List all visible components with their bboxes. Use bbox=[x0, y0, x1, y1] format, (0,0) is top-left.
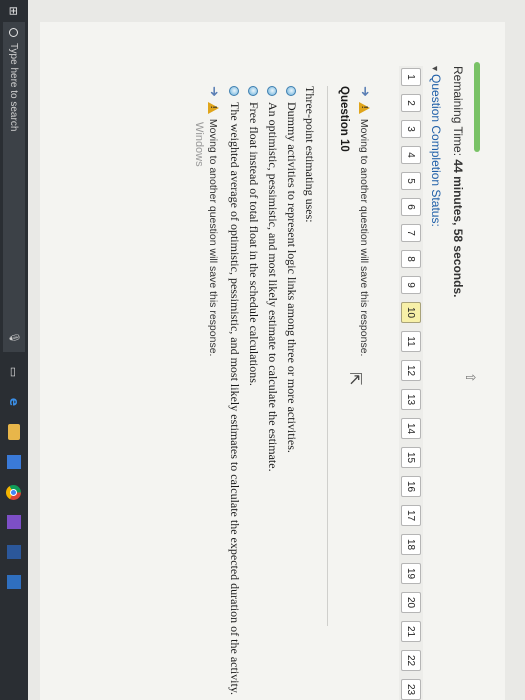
chevron-down-icon: ▾ bbox=[429, 66, 440, 72]
task-view-icon[interactable]: ▭ bbox=[6, 364, 22, 380]
answer-option[interactable]: Dummy activities to represent logic link… bbox=[282, 86, 301, 695]
answer-option[interactable]: Free float instead of total float in the… bbox=[244, 86, 263, 695]
answer-option-text: An optimistic, pessimistic, and most lik… bbox=[266, 102, 280, 472]
question-navigation: 1 2 3 4 5 6 7 8 9 10 11 12 13 14 15 16 17 18 19 20 21 22 23 bbox=[399, 66, 423, 700]
question-number-button[interactable]: 5 bbox=[401, 172, 421, 190]
answer-option-text: Dummy activities to represent logic link… bbox=[285, 102, 299, 453]
question-completion-status-toggle[interactable]: ▾ Question Completion Status: bbox=[429, 66, 443, 227]
chrome-icon[interactable] bbox=[6, 484, 22, 500]
question-number-button[interactable]: 21 bbox=[401, 621, 421, 642]
warning-icon bbox=[359, 101, 370, 114]
question-number-button[interactable]: 20 bbox=[401, 592, 421, 613]
file-explorer-icon[interactable] bbox=[6, 424, 22, 440]
taskbar-search-box[interactable]: Type here to search 🎙 bbox=[3, 22, 25, 352]
question-number-button[interactable]: 8 bbox=[401, 250, 421, 268]
progress-bar bbox=[474, 62, 480, 152]
microphone-icon[interactable]: 🎙 bbox=[9, 331, 20, 344]
question-number-button[interactable]: 4 bbox=[401, 146, 421, 164]
visual-studio-icon[interactable] bbox=[6, 514, 22, 530]
save-warning-bottom: ➜ Moving to another question will save t… bbox=[206, 86, 221, 356]
question-number-button[interactable]: 22 bbox=[401, 650, 421, 671]
question-number-button[interactable]: 11 bbox=[401, 331, 421, 352]
arrow-right-icon: ➜ bbox=[357, 86, 372, 97]
question-number-button[interactable]: 1 bbox=[401, 68, 421, 86]
answer-option[interactable]: An optimistic, pessimistic, and most lik… bbox=[263, 86, 282, 695]
remaining-time-label: Remaining Time: bbox=[451, 66, 465, 157]
question-number-button[interactable]: 19 bbox=[401, 563, 421, 584]
remaining-time-value: 44 minutes, 58 seconds. bbox=[451, 159, 465, 298]
taskbar-apps: ▭ e bbox=[6, 364, 22, 590]
question-number-button[interactable]: 6 bbox=[401, 198, 421, 216]
question-prompt: Three-point estimating uses: bbox=[303, 86, 317, 223]
question-number-button[interactable]: 7 bbox=[401, 224, 421, 242]
arrow-right-icon: ➜ bbox=[206, 86, 221, 97]
question-number-button[interactable]: 18 bbox=[401, 534, 421, 555]
answer-option[interactable]: The weighted average of optimistic, pess… bbox=[225, 86, 244, 695]
radio-button[interactable] bbox=[267, 86, 278, 96]
warning-icon bbox=[208, 101, 219, 114]
question-number-button[interactable]: 23 bbox=[401, 679, 421, 700]
windows-activation-watermark: Windows bbox=[193, 122, 205, 167]
save-warning-top-text: Moving to another question will save thi… bbox=[358, 118, 371, 357]
question-number-button[interactable]: 14 bbox=[401, 418, 421, 439]
mouse-cursor-icon: ⇱ bbox=[346, 372, 365, 386]
rotated-screen: ⇧ Remaining Time: 44 minutes, 58 seconds… bbox=[0, 0, 525, 700]
question-title: Question 10 bbox=[338, 86, 350, 152]
question-number-button[interactable]: 15 bbox=[401, 447, 421, 468]
question-number-button[interactable]: 17 bbox=[401, 505, 421, 526]
question-number-button[interactable]: 10 bbox=[401, 302, 421, 323]
question-number-button[interactable]: 12 bbox=[401, 360, 421, 381]
answer-options: Dummy activities to represent logic link… bbox=[225, 86, 301, 695]
assessment-page: ⇧ Remaining Time: 44 minutes, 58 seconds… bbox=[40, 22, 505, 700]
question-number-button[interactable]: 16 bbox=[401, 476, 421, 497]
pointer-cursor-icon: ⇧ bbox=[462, 372, 477, 383]
question-completion-status-label: Question Completion Status: bbox=[429, 74, 443, 227]
question-number-button[interactable]: 3 bbox=[401, 120, 421, 138]
radio-button[interactable] bbox=[229, 86, 240, 96]
question-number-button[interactable]: 2 bbox=[401, 94, 421, 112]
question-number-button[interactable]: 9 bbox=[401, 276, 421, 294]
page-bottom-strip bbox=[28, 0, 40, 700]
search-icon bbox=[9, 28, 19, 37]
search-placeholder: Type here to search bbox=[8, 43, 20, 132]
outlook-icon[interactable] bbox=[6, 574, 22, 590]
remaining-time: Remaining Time: 44 minutes, 58 seconds. bbox=[451, 66, 465, 297]
save-warning-bottom-text: Moving to another question will save thi… bbox=[207, 118, 220, 357]
start-button[interactable]: ⊞ bbox=[0, 0, 28, 22]
answer-option-text: Free float instead of total float in the… bbox=[247, 102, 261, 386]
question-number-button[interactable]: 13 bbox=[401, 389, 421, 410]
radio-button[interactable] bbox=[248, 86, 259, 96]
store-icon[interactable] bbox=[6, 454, 22, 470]
word-icon[interactable] bbox=[6, 544, 22, 560]
edge-icon[interactable]: e bbox=[6, 394, 22, 410]
answer-option-text: The weighted average of optimistic, pess… bbox=[228, 102, 242, 696]
save-warning-top: ➜ Moving to another question will save t… bbox=[357, 86, 372, 356]
taskbar: ⊞ Type here to search 🎙 ▭ e bbox=[0, 0, 28, 700]
radio-button[interactable] bbox=[286, 86, 297, 96]
divider bbox=[327, 86, 328, 626]
